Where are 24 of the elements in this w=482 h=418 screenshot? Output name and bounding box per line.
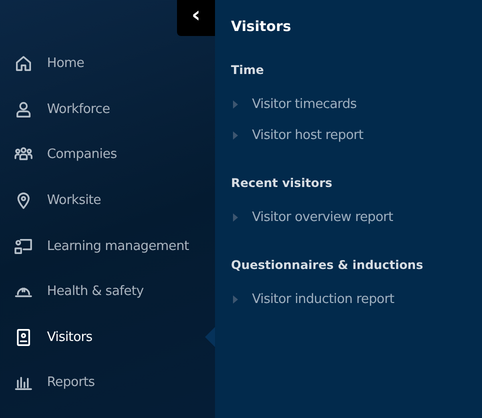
sidebar-item[interactable]: Worksite [0, 178, 215, 224]
sidebar-item[interactable]: Reports [0, 360, 215, 406]
sidebar-item[interactable]: Health & safety [0, 268, 215, 315]
report-link[interactable]: Visitor timecards [231, 89, 466, 120]
report-link[interactable]: Visitor overview report [231, 202, 466, 233]
presentation-icon [14, 236, 33, 256]
report-link[interactable]: Visitor induction report [231, 284, 466, 315]
sidebar-item[interactable]: Home [0, 41, 215, 87]
panel-title: Visitors [231, 19, 292, 35]
section-heading: Time [231, 63, 265, 77]
section-heading: Questionnaires & inductions [231, 258, 424, 272]
collapse-button[interactable]: ‹ [177, 0, 215, 36]
caret-icon [233, 295, 238, 304]
sidebar-item[interactable]: Workforce [0, 86, 215, 132]
caret-icon [233, 131, 238, 140]
sidebar-item[interactable]: Learning management [0, 223, 215, 269]
sidebar-item[interactable]: Companies [0, 132, 215, 178]
section-heading: Recent visitors [231, 176, 334, 190]
caret-icon [233, 213, 238, 222]
badge-icon [14, 328, 33, 347]
home-icon [14, 54, 33, 74]
caret-icon [233, 100, 238, 109]
report-link[interactable]: Visitor host report [231, 120, 466, 151]
person-icon [14, 100, 33, 119]
